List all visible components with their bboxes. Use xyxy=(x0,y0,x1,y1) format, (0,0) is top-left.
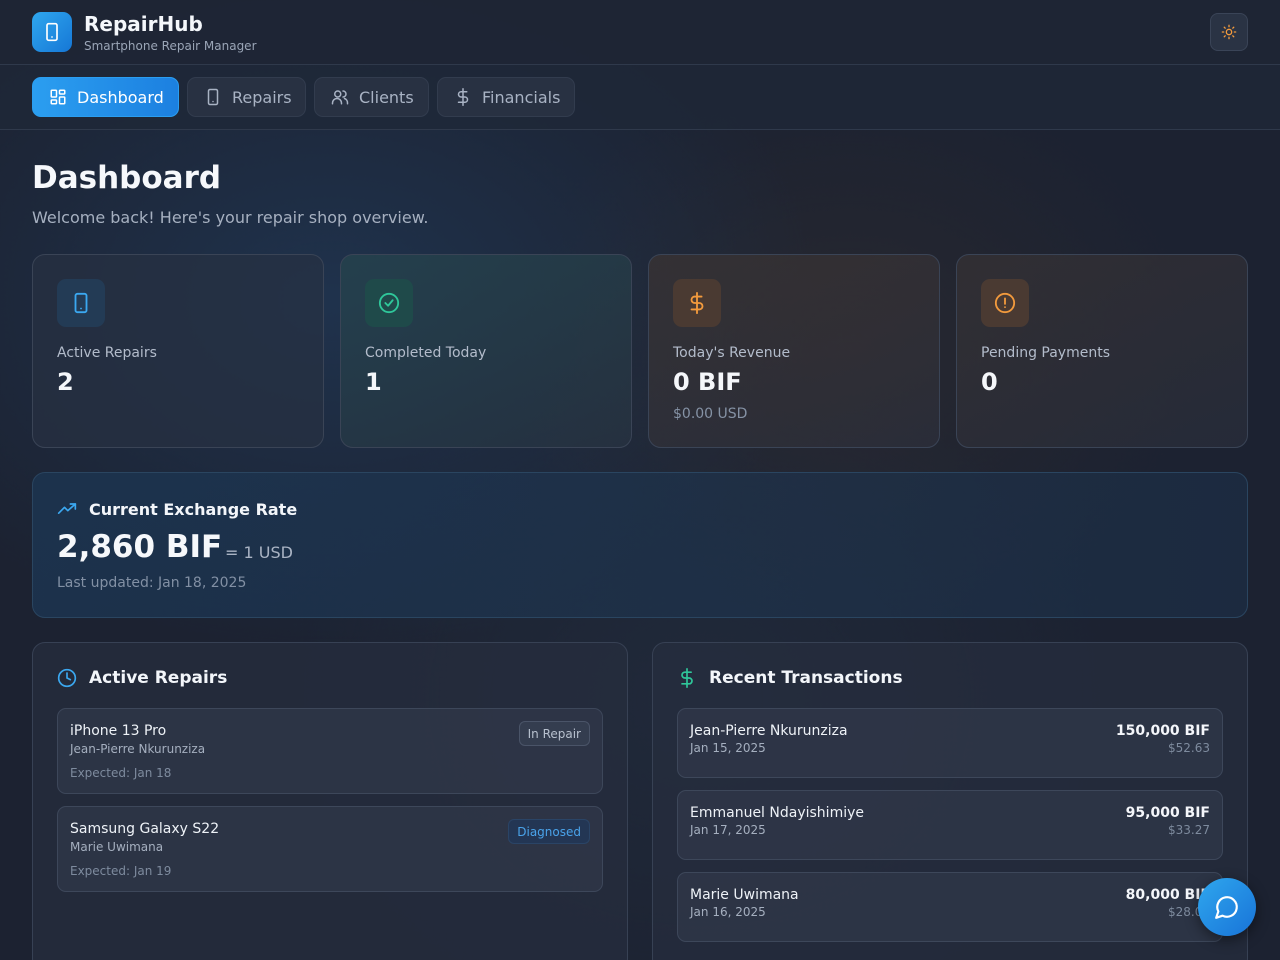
transaction-amount: 95,000 BIF xyxy=(1125,805,1210,821)
transaction-client: Marie Uwimana xyxy=(690,887,799,903)
smartphone-icon xyxy=(46,22,58,42)
transaction-date: Jan 17, 2025 xyxy=(690,823,766,837)
stat-label: Completed Today xyxy=(365,345,487,361)
smartphone-icon xyxy=(207,88,219,106)
exchange-rate-unit: = 1 USD xyxy=(225,543,293,562)
tab-clients[interactable]: Clients xyxy=(314,77,429,117)
app-header: RepairHub Smartphone Repair Manager xyxy=(0,0,1280,65)
status-badge: In Repair xyxy=(518,721,590,746)
stat-value: 1 xyxy=(365,368,382,396)
tab-repairs-label: Repairs xyxy=(232,87,292,107)
transaction-client: Jean-Pierre Nkurunziza xyxy=(690,723,848,739)
stat-label: Active Repairs xyxy=(57,345,157,361)
app-logo xyxy=(32,12,72,52)
dollar-icon xyxy=(690,292,704,314)
repair-device: Samsung Galaxy S22 xyxy=(70,821,220,837)
theme-toggle-button[interactable] xyxy=(1210,13,1248,51)
exchange-rate-title: Current Exchange Rate xyxy=(89,499,298,519)
stat-value: 0 xyxy=(981,368,998,396)
tab-dashboard[interactable]: Dashboard xyxy=(32,77,179,117)
stat-icon-box xyxy=(981,279,1029,327)
app-subtitle: Smartphone Repair Manager xyxy=(84,39,257,53)
stat-icon-box xyxy=(57,279,105,327)
exchange-rate-card: Current Exchange Rate 2,860 BIF = 1 USD … xyxy=(32,472,1248,618)
stat-card-todays-revenue: Today's Revenue 0 BIF $0.00 USD xyxy=(648,254,940,448)
tab-dashboard-label: Dashboard xyxy=(77,87,164,107)
transaction-date: Jan 16, 2025 xyxy=(690,905,766,919)
app-title: RepairHub xyxy=(84,12,203,36)
stat-card-pending-payments: Pending Payments 0 xyxy=(956,254,1248,448)
transaction-amount-usd: $33.27 xyxy=(1168,823,1210,837)
repair-item[interactable]: iPhone 13 Pro Jean-Pierre Nkurunziza Exp… xyxy=(57,708,603,794)
dollar-icon xyxy=(457,88,469,106)
stat-label: Today's Revenue xyxy=(673,345,791,361)
tab-repairs[interactable]: Repairs xyxy=(187,77,306,117)
chat-button[interactable] xyxy=(1198,878,1256,936)
tab-financials[interactable]: Financials xyxy=(437,77,575,117)
alert-circle-icon xyxy=(994,292,1016,314)
transaction-item[interactable]: Jean-Pierre Nkurunziza Jan 15, 2025 150,… xyxy=(677,708,1223,778)
dollar-icon xyxy=(681,668,693,688)
trending-up-icon xyxy=(57,503,77,514)
repair-expected-date: Expected: Jan 19 xyxy=(70,864,172,878)
page-title: Dashboard xyxy=(32,160,222,196)
stat-value: 2 xyxy=(57,368,74,396)
stat-icon-box xyxy=(673,279,721,327)
repair-device: iPhone 13 Pro xyxy=(70,723,167,739)
active-repairs-panel: Active Repairs iPhone 13 Pro Jean-Pierre… xyxy=(32,642,628,960)
transaction-amount: 80,000 BIF xyxy=(1125,887,1210,903)
stat-sub-usd: $0.00 USD xyxy=(673,406,748,422)
users-icon xyxy=(331,90,349,105)
stat-card-completed-today: Completed Today 1 xyxy=(340,254,632,448)
repair-client: Jean-Pierre Nkurunziza xyxy=(70,742,206,756)
transaction-date: Jan 15, 2025 xyxy=(690,741,766,755)
repair-expected-date: Expected: Jan 18 xyxy=(70,766,172,780)
tab-clients-label: Clients xyxy=(359,87,414,107)
smartphone-icon xyxy=(74,292,88,314)
transaction-amount-usd: $52.63 xyxy=(1168,741,1210,755)
transaction-amount: 150,000 BIF xyxy=(1115,723,1210,739)
recent-transactions-heading: Recent Transactions xyxy=(677,668,903,688)
recent-transactions-title: Recent Transactions xyxy=(709,668,903,688)
dashboard-icon xyxy=(50,89,66,105)
transaction-item[interactable]: Marie Uwimana Jan 16, 2025 80,000 BIF $2… xyxy=(677,872,1223,942)
tab-financials-label: Financials xyxy=(482,87,561,107)
sun-icon xyxy=(1221,24,1237,40)
repair-client: Marie Uwimana xyxy=(70,840,164,854)
active-repairs-heading: Active Repairs xyxy=(57,668,227,688)
stat-card-active-repairs: Active Repairs 2 xyxy=(32,254,324,448)
stat-value: 0 BIF xyxy=(673,368,742,396)
recent-transactions-panel: Recent Transactions Jean-Pierre Nkurunzi… xyxy=(652,642,1248,960)
main-nav: Dashboard Repairs Clients Financials xyxy=(0,65,1280,130)
stat-icon-box xyxy=(365,279,413,327)
transaction-client: Emmanuel Ndayishimiye xyxy=(690,805,864,821)
exchange-rate-updated: Last updated: Jan 18, 2025 xyxy=(57,575,247,591)
status-badge: Diagnosed xyxy=(508,819,590,844)
page-subtitle: Welcome back! Here's your repair shop ov… xyxy=(32,208,429,227)
active-repairs-title: Active Repairs xyxy=(89,668,228,688)
check-circle-icon xyxy=(378,292,400,314)
transaction-item[interactable]: Emmanuel Ndayishimiye Jan 17, 2025 95,00… xyxy=(677,790,1223,860)
repair-item[interactable]: Samsung Galaxy S22 Marie Uwimana Expecte… xyxy=(57,806,603,892)
chat-bubble-icon xyxy=(1215,896,1238,919)
exchange-rate-heading: Current Exchange Rate xyxy=(57,499,297,519)
clock-icon xyxy=(57,668,77,688)
exchange-rate-value: 2,860 BIF xyxy=(57,529,223,565)
stat-label: Pending Payments xyxy=(981,345,1111,361)
